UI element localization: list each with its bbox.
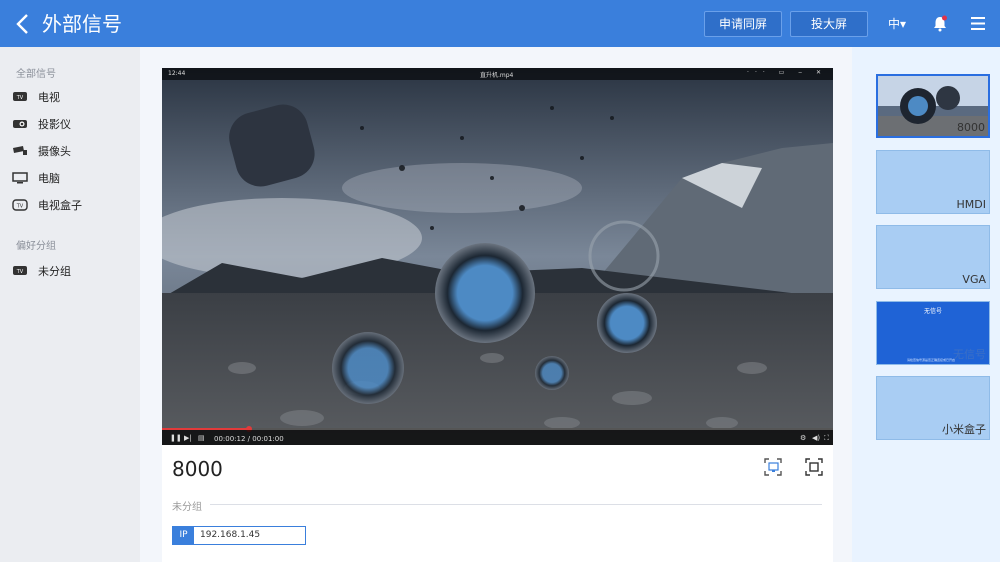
no-signal-note: 请检查信号源是否正确连接或已开启 xyxy=(907,358,956,362)
thumbnail-vga[interactable]: VGA xyxy=(876,225,990,289)
tv-box-icon: TV xyxy=(12,199,28,211)
sidebar-item-ungrouped[interactable]: TV 未分组 xyxy=(12,261,132,281)
back-arrow-icon[interactable] xyxy=(12,12,34,36)
all-signals-title: 全部信号 xyxy=(16,69,56,80)
ip-tag: IP xyxy=(173,527,194,544)
group-label: 未分组 xyxy=(172,502,202,513)
main-panel: 12:44 直升机.mp4 ··· ▭ ‒ ✕ ❚❚ ▶| ▤ 00:00:12… xyxy=(162,68,833,562)
thumbnail-label: 无信号 xyxy=(953,348,986,361)
project-screen-button[interactable]: 投大屏 xyxy=(790,11,868,37)
sidebar-item-tv[interactable]: TV 电视 xyxy=(12,87,132,107)
video-frame xyxy=(162,68,833,445)
thumbnail-hmdi[interactable]: HMDI xyxy=(876,150,990,214)
sidebar-item-label: 电脑 xyxy=(38,172,60,185)
top-bar: 外部信号 申请同屏 投大屏 中▾ xyxy=(0,0,1000,47)
pause-icon[interactable]: ❚❚ xyxy=(170,434,182,442)
page-title: 外部信号 xyxy=(42,12,122,36)
video-clock: 12:44 xyxy=(168,70,186,77)
next-icon[interactable]: ▶| xyxy=(184,434,192,442)
ip-field[interactable]: IP 192.168.1.45 xyxy=(172,526,306,545)
sidebar-item-projector[interactable]: 投影仪 xyxy=(12,114,132,134)
thumbnail-label: 8000 xyxy=(957,121,985,134)
group-divider xyxy=(210,504,822,505)
sidebar-item-camera[interactable]: 摄像头 xyxy=(12,141,132,161)
bell-icon[interactable] xyxy=(932,15,948,32)
thumbnail-label: 小米盒子 xyxy=(942,423,986,436)
sidebar: 全部信号 TV 电视 投影仪 摄像头 电脑 TV 电视盒子 偏好分组 TV 未分… xyxy=(0,47,140,562)
sidebar-item-label: 摄像头 xyxy=(38,145,71,158)
volume-icon[interactable]: ◀) xyxy=(812,434,820,442)
thumbnail-label: HMDI xyxy=(956,198,986,211)
sidebar-item-label: 未分组 xyxy=(38,265,71,278)
video-time: 00:00:12 / 00:01:00 xyxy=(214,435,284,443)
sidebar-item-label: 投影仪 xyxy=(38,118,71,131)
sidebar-item-label: 电视盒子 xyxy=(38,199,82,212)
video-player[interactable]: 12:44 直升机.mp4 ··· ▭ ‒ ✕ ❚❚ ▶| ▤ 00:00:12… xyxy=(162,68,833,445)
thumbnail-no-signal[interactable]: 无信号 请检查信号源是否正确连接或已开启 无信号 xyxy=(876,301,990,365)
language-dropdown[interactable]: 中▾ xyxy=(888,15,906,32)
thumbnail-8000[interactable]: 8000 xyxy=(876,74,990,138)
favorites-title: 偏好分组 xyxy=(16,241,56,252)
menu-icon[interactable] xyxy=(970,16,986,31)
ip-value: 192.168.1.45 xyxy=(200,530,261,540)
video-filename: 直升机.mp4 xyxy=(480,72,514,79)
svg-text:TV: TV xyxy=(16,204,24,210)
tv-icon: TV xyxy=(13,92,27,101)
window-controls[interactable]: ··· ▭ ‒ ✕ xyxy=(747,69,827,76)
svg-text:TV: TV xyxy=(16,95,24,101)
settings-icon[interactable]: ⚙ xyxy=(800,434,806,442)
video-control-bar: ❚❚ ▶| ▤ 00:00:12 / 00:01:00 ⚙ ◀) ⛶ xyxy=(162,430,833,445)
tv-icon: TV xyxy=(13,266,27,275)
device-name: 8000 xyxy=(172,457,223,481)
thumbnail-label: VGA xyxy=(962,273,986,286)
no-signal-title: 无信号 xyxy=(923,308,942,315)
projector-icon xyxy=(13,120,27,128)
signal-thumbnails: 8000 HMDI VGA 无信号 请检查信号源是否正确连接或已开启 无信号 小… xyxy=(852,47,1000,562)
fullscreen-icon[interactable]: ⛶ xyxy=(824,434,829,443)
playlist-icon[interactable]: ▤ xyxy=(198,434,205,442)
screen-share-icon[interactable] xyxy=(764,458,782,476)
thumbnail-xiaomi-box[interactable]: 小米盒子 xyxy=(876,376,990,440)
video-title-bar: 12:44 直升机.mp4 ··· ▭ ‒ ✕ xyxy=(162,68,833,80)
camera-icon xyxy=(13,146,27,155)
sidebar-item-tv-box[interactable]: TV 电视盒子 xyxy=(12,195,132,215)
sidebar-item-label: 电视 xyxy=(38,91,60,104)
expand-icon[interactable] xyxy=(805,458,823,476)
svg-text:TV: TV xyxy=(16,269,24,275)
sidebar-item-computer[interactable]: 电脑 xyxy=(12,168,132,188)
request-share-button[interactable]: 申请同屏 xyxy=(704,11,782,37)
monitor-icon xyxy=(12,172,28,184)
